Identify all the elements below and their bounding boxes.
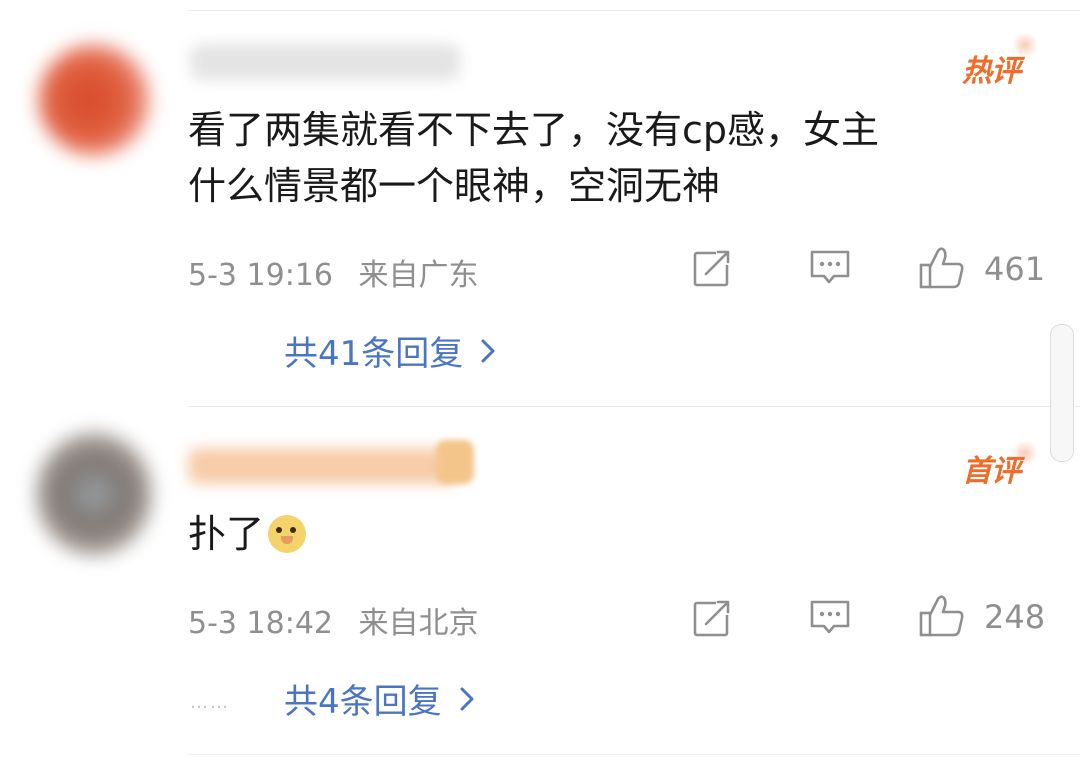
username-blurred[interactable] bbox=[188, 448, 458, 484]
view-replies-link[interactable]: 共4条回复 bbox=[284, 674, 474, 723]
like-count: 248 bbox=[984, 598, 1046, 636]
replies-label: 共41条回复 bbox=[284, 334, 464, 374]
comment-text[interactable]: 扑了 bbox=[188, 506, 1018, 562]
avatar[interactable] bbox=[38, 44, 150, 156]
comment-text-line: 扑了 bbox=[188, 512, 265, 556]
replies-label: 共4条回复 bbox=[284, 682, 442, 722]
comment-text[interactable]: 看了两集就看不下去了，没有cp感，女主 什么情景都一个眼神，空洞无神 bbox=[188, 102, 1018, 214]
username-blurred[interactable] bbox=[190, 44, 460, 80]
comment-date: 5-3 18:42 bbox=[188, 606, 333, 641]
hot-comment-badge: 热评 bbox=[962, 54, 1021, 89]
comment-text-line: 什么情景都一个眼神，空洞无神 bbox=[188, 164, 721, 208]
comment-icon[interactable] bbox=[808, 248, 852, 288]
doge-emoji-icon bbox=[268, 515, 307, 553]
chevron-right-icon bbox=[481, 339, 495, 362]
share-icon[interactable] bbox=[692, 248, 734, 288]
bottom-divider bbox=[188, 754, 1080, 755]
avatar[interactable] bbox=[36, 432, 152, 556]
thumbs-up-icon[interactable] bbox=[918, 246, 966, 290]
comment-meta: 5-3 19:16 来自广东 bbox=[188, 250, 479, 294]
reply-indicator-dots: …… bbox=[190, 692, 230, 713]
comment-icon[interactable] bbox=[808, 598, 852, 638]
comment-text-line: 看了两集就看不下去了，没有cp感，女主 bbox=[188, 108, 880, 152]
comment-date: 5-3 19:16 bbox=[188, 258, 333, 293]
first-comment-badge: 首评 bbox=[962, 454, 1021, 489]
comment-location: 来自北京 bbox=[358, 606, 479, 641]
chevron-right-icon bbox=[460, 687, 474, 710]
like-count: 461 bbox=[984, 250, 1046, 288]
user-badge-icon bbox=[436, 440, 474, 484]
share-icon[interactable] bbox=[692, 598, 734, 638]
comment-divider bbox=[188, 406, 1080, 407]
comment-location: 来自广东 bbox=[358, 258, 479, 293]
scrollbar[interactable] bbox=[1050, 324, 1074, 462]
view-replies-link[interactable]: 共41条回复 bbox=[284, 326, 495, 375]
thumbs-up-icon[interactable] bbox=[918, 594, 966, 638]
comment-meta: 5-3 18:42 来自北京 bbox=[188, 598, 479, 642]
top-divider bbox=[188, 10, 1080, 11]
